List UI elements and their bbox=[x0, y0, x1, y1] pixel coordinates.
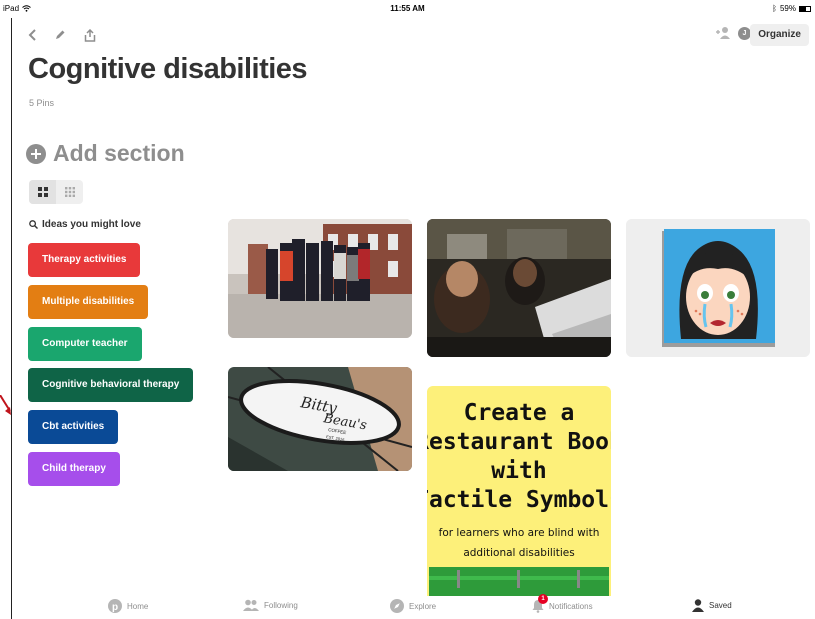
nav-notifications-label: Notifications bbox=[549, 601, 593, 611]
person-icon bbox=[692, 599, 704, 612]
share-icon[interactable] bbox=[82, 27, 98, 43]
bluetooth-icon: ᛒ bbox=[772, 4, 777, 13]
left-edge-divider bbox=[11, 18, 12, 619]
pin-classroom-photo[interactable] bbox=[427, 219, 611, 357]
idea-multiple-disabilities[interactable]: Multiple disabilities bbox=[28, 285, 149, 319]
book-line-2: Restaurant Book bbox=[427, 429, 611, 455]
pin-crying-girl[interactable] bbox=[626, 219, 810, 357]
nav-explore-label: Explore bbox=[409, 601, 437, 611]
pin-crying-girl-image bbox=[626, 219, 810, 357]
search-icon bbox=[29, 220, 38, 229]
organize-button[interactable]: Organize bbox=[750, 24, 809, 46]
status-time: 11:55 AM bbox=[390, 4, 425, 13]
chevron-left-icon[interactable] bbox=[25, 27, 41, 43]
nav-following-label: Following bbox=[264, 600, 298, 610]
battery-percent: 59% bbox=[779, 4, 796, 13]
add-section-button[interactable]: Add section bbox=[26, 140, 185, 167]
view-toggle bbox=[29, 180, 83, 204]
ideas-header-label: Ideas you might love bbox=[42, 219, 141, 230]
nav-notifications[interactable]: 1 Notifications bbox=[532, 594, 593, 613]
page-title: Cognitive disabilities bbox=[28, 53, 308, 85]
idea-computer-teacher[interactable]: Computer teacher bbox=[28, 327, 142, 361]
pinterest-logo-icon: p bbox=[108, 599, 122, 613]
small-grid-icon bbox=[64, 187, 75, 197]
grid-small-view-button[interactable] bbox=[56, 180, 83, 204]
avatar[interactable]: J bbox=[738, 27, 751, 40]
book-line-4: Tactile Symbols bbox=[427, 487, 611, 513]
board-toolbar: J Organize bbox=[0, 24, 815, 46]
plus-circle-icon bbox=[26, 143, 46, 164]
pin-classroom-image bbox=[427, 219, 611, 357]
ideas-header: Ideas you might love bbox=[29, 219, 141, 230]
pin-cafe-sign-image: Bitty Beau's COFFEE EST. 2016 bbox=[228, 367, 412, 471]
people-icon bbox=[243, 599, 259, 611]
book-line-1: Create a bbox=[464, 400, 575, 426]
nav-home[interactable]: p Home bbox=[108, 599, 148, 613]
pin-count: 5 Pins bbox=[29, 98, 55, 108]
pin-restaurant-book[interactable]: Create a Restaurant Book with Tactile Sy… bbox=[427, 386, 611, 596]
idea-therapy-activities[interactable]: Therapy activities bbox=[28, 243, 141, 277]
nav-following[interactable]: Following bbox=[243, 599, 298, 611]
nav-saved[interactable]: Saved bbox=[692, 599, 732, 612]
nav-explore[interactable]: Explore bbox=[390, 599, 436, 613]
pin-group-photo[interactable] bbox=[228, 219, 412, 338]
nav-home-label: Home bbox=[127, 601, 149, 611]
svg-text:p: p bbox=[112, 602, 118, 613]
add-person-icon[interactable] bbox=[715, 26, 731, 42]
pin-cafe-sign[interactable]: Bitty Beau's COFFEE EST. 2016 bbox=[228, 367, 412, 471]
large-grid-icon bbox=[37, 187, 48, 197]
book-line-3: with bbox=[491, 458, 546, 484]
bottom-nav: p Home Following Explore 1 Notifications… bbox=[12, 594, 815, 619]
book-sub-1: for learners who are blind with bbox=[439, 527, 600, 539]
notification-badge: 1 bbox=[538, 594, 548, 604]
idea-child-therapy[interactable]: Child therapy bbox=[28, 452, 120, 486]
red-arrow-marker bbox=[0, 395, 11, 415]
nav-saved-label: Saved bbox=[709, 601, 732, 610]
add-section-label: Add section bbox=[53, 140, 185, 166]
compass-icon bbox=[390, 599, 404, 613]
pencil-icon[interactable] bbox=[52, 27, 68, 43]
book-sub-2: additional disabilities bbox=[463, 547, 574, 559]
status-right: ᛒ 59% bbox=[772, 4, 811, 13]
pin-group-photo-image bbox=[228, 219, 412, 338]
grid-large-view-button[interactable] bbox=[29, 180, 56, 204]
pin-restaurant-book-image: Create a Restaurant Book with Tactile Sy… bbox=[427, 386, 611, 596]
battery-icon bbox=[799, 5, 811, 12]
idea-cbt-activities[interactable]: Cbt activities bbox=[28, 410, 119, 444]
idea-cognitive-behavioral-therapy[interactable]: Cognitive behavioral therapy bbox=[28, 368, 194, 402]
status-bar: iPad 11:55 AM ᛒ 59% bbox=[0, 0, 815, 18]
